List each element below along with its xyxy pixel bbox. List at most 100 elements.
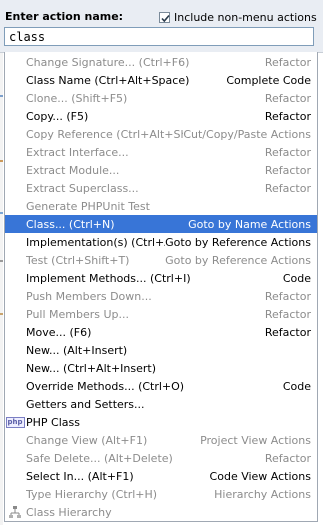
php-icon: php (5, 414, 25, 430)
action-row[interactable]: Class Hierarchy (5, 503, 317, 521)
action-group: Refactor (264, 55, 311, 69)
empty-icon-slot (7, 396, 23, 412)
action-search-header: Enter action name: Include non-menu acti… (0, 0, 323, 53)
action-row[interactable]: Pull Members Up... Refactor (5, 305, 317, 323)
action-row[interactable]: Generate PHPUnit Test (5, 197, 317, 215)
empty-icon-slot (7, 90, 23, 106)
action-label: Getters and Setters... (26, 397, 145, 411)
empty-icon-slot (7, 342, 23, 358)
action-label: Select In... (Alt+F1) (26, 469, 134, 483)
header-title: Enter action name: (5, 10, 124, 23)
action-group: Goto by Reference Actions (165, 235, 311, 249)
action-row[interactable]: Change Signature... (Ctrl+F6) Refactor (5, 53, 317, 71)
action-group: Refactor (264, 109, 311, 123)
action-label: Push Members Down... (26, 289, 152, 303)
empty-icon-slot (7, 450, 23, 466)
action-group: Refactor (264, 307, 311, 321)
action-group: Refactor (264, 91, 311, 105)
action-group: Refactor (264, 289, 311, 303)
action-row[interactable]: Type Hierarchy (Ctrl+H) Hierarchy Actions (5, 485, 317, 503)
php-icon-badge: php (5, 416, 25, 428)
action-group: Goto by Name Actions (188, 217, 311, 231)
action-row[interactable]: Copy... (F5) Refactor (5, 107, 317, 125)
action-label: Class... (Ctrl+N) (26, 217, 115, 231)
action-group: Refactor (264, 451, 311, 465)
action-label: New... (Alt+Insert) (26, 343, 128, 357)
action-row[interactable]: Push Members Down... Refactor (5, 287, 317, 305)
action-label: Copy... (F5) (26, 109, 89, 123)
action-label: Class Name (Ctrl+Alt+Space) (26, 73, 190, 87)
action-label: Safe Delete... (Alt+Delete) (26, 451, 173, 465)
action-group: Complete Code (226, 73, 311, 87)
empty-icon-slot (7, 288, 23, 304)
action-label: Change View (Alt+F1) (26, 433, 148, 447)
action-row[interactable]: Class Name (Ctrl+Alt+Space) Complete Code (5, 71, 317, 89)
action-row[interactable]: Move... (F6) Refactor (5, 323, 317, 341)
action-label: Type Hierarchy (Ctrl+H) (26, 487, 158, 501)
include-non-menu-checkbox[interactable] (159, 11, 170, 23)
action-row[interactable]: New... (Ctrl+Alt+Insert) (5, 359, 317, 377)
empty-icon-slot (7, 324, 23, 340)
action-label: Move... (F6) (26, 325, 92, 339)
empty-icon-slot (7, 360, 23, 376)
action-row[interactable]: Select In... (Alt+F1) Code View Actions (5, 467, 317, 485)
action-row[interactable]: Extract Module... Refactor (5, 161, 317, 179)
action-row[interactable]: Getters and Setters... (5, 395, 317, 413)
checkmark-icon (161, 14, 170, 22)
action-label: Extract Superclass... (26, 181, 139, 195)
action-group: Hierarchy Actions (214, 487, 311, 501)
action-label: Extract Interface... (26, 145, 129, 159)
editor-background-edge (0, 50, 3, 525)
empty-icon-slot (7, 162, 23, 178)
action-row[interactable]: Extract Interface... Refactor (5, 143, 317, 161)
action-label: New... (Ctrl+Alt+Insert) (26, 361, 157, 375)
action-label: Generate PHPUnit Test (26, 199, 150, 213)
empty-icon-slot (7, 198, 23, 214)
action-row[interactable]: Override Methods... (Ctrl+O) Code (5, 377, 317, 395)
include-non-menu-toggle[interactable]: Include non-menu actions (159, 9, 317, 25)
empty-icon-slot (7, 252, 23, 268)
empty-icon-slot (7, 270, 23, 286)
action-label: PHP Class (26, 415, 80, 429)
empty-icon-slot (7, 486, 23, 502)
action-row-selected[interactable]: Class... (Ctrl+N) Goto by Name Actions (5, 215, 317, 233)
action-row[interactable]: Change View (Alt+F1) Project View Actions (5, 431, 317, 449)
empty-icon-slot (7, 216, 23, 232)
action-group: Refactor (264, 181, 311, 195)
action-group: Refactor (264, 325, 311, 339)
empty-icon-slot (7, 72, 23, 88)
action-group: Refactor (264, 163, 311, 177)
action-group: Project View Actions (200, 433, 311, 447)
action-group: Cut/Copy/Paste Actions (183, 127, 311, 141)
empty-icon-slot (7, 126, 23, 142)
action-group: Refactor (264, 145, 311, 159)
action-label: Extract Module... (26, 163, 120, 177)
empty-icon-slot (7, 108, 23, 124)
action-row[interactable]: Copy Reference (Ctrl+Alt+Shift+C)Cut/Cop… (5, 125, 317, 143)
action-group: Code (282, 271, 311, 285)
action-label: Implementation(s) (Ctrl+Alt+B) (26, 235, 165, 249)
action-row[interactable]: Test (Ctrl+Shift+T) Goto by Reference Act… (5, 251, 317, 269)
empty-icon-slot (7, 180, 23, 196)
action-row[interactable]: Implementation(s) (Ctrl+Alt+B)Goto by Re… (5, 233, 317, 251)
action-group: Goto by Reference Actions (165, 253, 311, 267)
action-label: Override Methods... (Ctrl+O) (26, 379, 185, 393)
action-row[interactable]: Implement Methods... (Ctrl+I) Code (5, 269, 317, 287)
action-row[interactable]: Clone... (Shift+F5) Refactor (5, 89, 317, 107)
hierarchy-icon (7, 504, 23, 520)
action-group: Code View Actions (209, 469, 311, 483)
action-row[interactable]: Safe Delete... (Alt+Delete) Refactor (5, 449, 317, 467)
action-search-input[interactable] (4, 27, 314, 46)
empty-icon-slot (7, 432, 23, 448)
action-label: Pull Members Up... (26, 307, 130, 321)
action-results-list[interactable]: Change Signature... (Ctrl+F6) Refactor Cla… (4, 52, 318, 522)
empty-icon-slot (7, 378, 23, 394)
include-non-menu-label: Include non-menu actions (174, 10, 317, 24)
action-row[interactable]: Extract Superclass... Refactor (5, 179, 317, 197)
action-row[interactable]: New... (Alt+Insert) (5, 341, 317, 359)
action-label: Test (Ctrl+Shift+T) (26, 253, 130, 267)
empty-icon-slot (7, 468, 23, 484)
empty-icon-slot (7, 306, 23, 322)
action-label: Clone... (Shift+F5) (26, 91, 128, 105)
action-row[interactable]: php PHP Class (5, 413, 317, 431)
